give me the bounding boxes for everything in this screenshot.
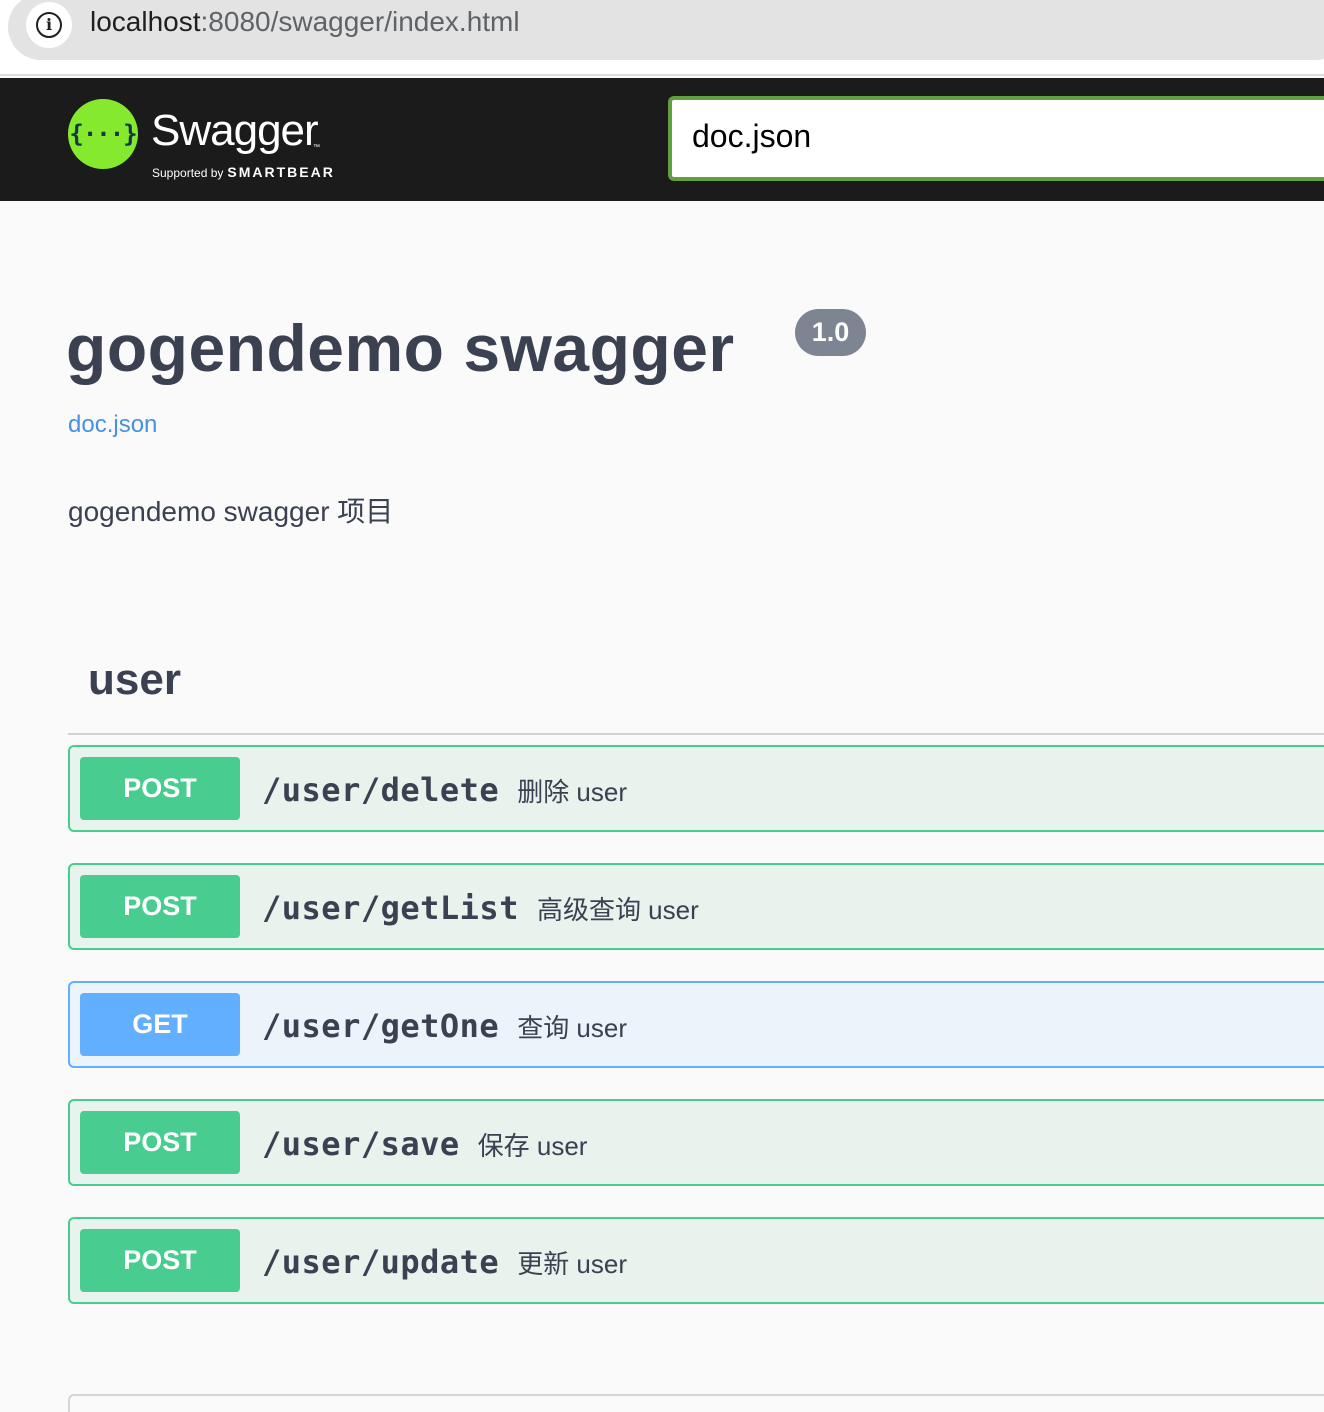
method-badge: POST [80,757,240,820]
spec-url-input[interactable]: doc.json [668,96,1324,181]
api-title: gogendemo swagger [66,311,735,385]
operation-path: /user/save 保存 user [262,1125,587,1163]
path-text: /user/update [262,1243,500,1281]
supported-by: Supported by SMARTBEAR [152,164,335,180]
operation-summary: 查询 user [517,1013,627,1043]
url-host: localhost [90,6,201,37]
operation-path: /user/update 更新 user [262,1243,627,1281]
supported-by-text: Supported by [152,166,224,180]
path-text: /user/getOne [262,1007,500,1045]
info-icon[interactable]: i [26,2,72,48]
method-badge: POST [80,1111,240,1174]
method-badge: POST [80,875,240,938]
url-path: :8080/swagger/index.html [200,6,520,37]
method-badge: POST [80,1229,240,1292]
operation-path: /user/delete 删除 user [262,771,627,809]
operation-save[interactable]: POST /user/save 保存 user [68,1099,1324,1186]
operation-getone[interactable]: GET /user/getOne 查询 user [68,981,1324,1068]
url-text[interactable]: localhost:8080/swagger/index.html [90,6,520,38]
path-text: /user/delete [262,771,500,809]
tag-user-header[interactable]: user [88,655,181,705]
models-section[interactable] [68,1394,1324,1412]
swagger-topbar: {···} Swagger ™ Supported by SMARTBEAR do… [0,78,1324,201]
version-badge: 1.0 [795,309,866,356]
browser-address-bar: i localhost:8080/swagger/index.html [0,0,1324,76]
url-field[interactable]: i localhost:8080/swagger/index.html [8,0,1324,60]
path-text: /user/save [262,1125,460,1163]
method-badge: GET [80,993,240,1056]
operation-summary: 高级查询 user [536,895,699,925]
path-text: /user/getList [262,889,519,927]
operation-path: /user/getList 高级查询 user [262,889,699,927]
trademark: ™ [313,144,320,151]
operation-path: /user/getOne 查询 user [262,1007,627,1045]
divider [68,733,1324,735]
brand-name[interactable]: Swagger [151,106,319,156]
api-description: gogendemo swagger 项目 [68,496,394,527]
operation-update[interactable]: POST /user/update 更新 user [68,1217,1324,1304]
operation-delete[interactable]: POST /user/delete 删除 user [68,745,1324,832]
logo-glyph: {···} [69,120,137,148]
smartbear-text: SMARTBEAR [227,164,335,180]
spec-link[interactable]: doc.json [68,411,157,439]
operation-summary: 更新 user [517,1249,627,1279]
operation-summary: 删除 user [517,777,627,807]
operation-getlist[interactable]: POST /user/getList 高级查询 user [68,863,1324,950]
swagger-logo-icon[interactable]: {···} [68,99,138,169]
operation-summary: 保存 user [477,1131,588,1161]
